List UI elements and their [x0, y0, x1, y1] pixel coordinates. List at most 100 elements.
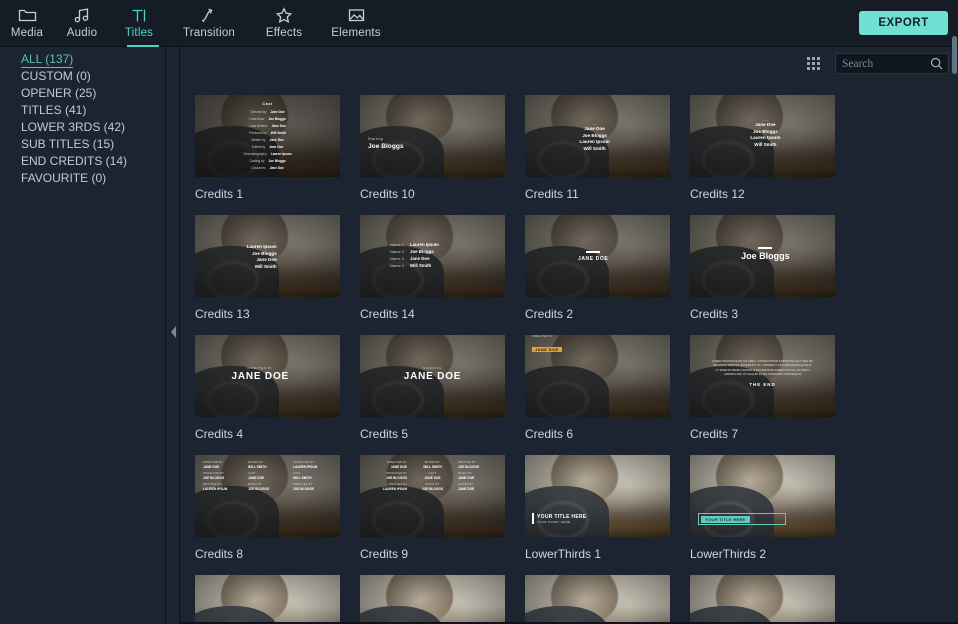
title-card[interactable]: STARRING JANE DOE Credits 5 — [360, 335, 525, 441]
export-button[interactable]: EXPORT — [859, 11, 948, 35]
title-thumbnail[interactable]: ── Jane Doe Joe Bloggs Lauren Ipsum Will… — [525, 95, 670, 177]
title-card[interactable] — [525, 575, 690, 624]
title-thumbnail[interactable]: STARRING JANE DOE — [360, 335, 505, 417]
search-field[interactable] — [835, 53, 949, 74]
title-card[interactable]: Cast Directed by Jane Doe Lead Actor Joe B… — [195, 95, 360, 201]
grid-view-icon[interactable] — [807, 57, 823, 73]
overlay-kicker: DIRECTED BY — [532, 335, 553, 338]
title-thumbnail[interactable]: ── Lauren Ipsum Joe Bloggs Jane Doe Will… — [195, 215, 340, 297]
overlay-name: JOE BLOGGS — [293, 487, 315, 491]
overlay-name: JANE DOE — [403, 371, 462, 382]
title-thumbnail[interactable] — [360, 575, 505, 624]
nav-tab-media[interactable]: Media — [0, 0, 54, 47]
titles-scroll-area[interactable]: Cast Directed by Jane Doe Lead Actor Joe B… — [180, 82, 958, 624]
overlay-name: Joe Bloggs — [582, 132, 607, 138]
overlay-name: Joe Bloggs — [268, 159, 286, 163]
sidebar-item-end-credits[interactable]: END CREDITS (14) — [0, 153, 165, 170]
sidebar-item-custom[interactable]: CUSTOM (0) — [0, 68, 165, 85]
overlay-role: EDITED BY — [248, 461, 264, 464]
sidebar-item-sub-titles[interactable]: SUB TITLES (15) — [0, 136, 165, 153]
title-overlay-jane-big: STARRING JANE DOE — [360, 335, 505, 417]
sidebar-item-titles[interactable]: TITLES (41) — [0, 102, 165, 119]
title-overlay-joe-script: Joe Bloggs — [690, 215, 835, 297]
nav-tab-titles[interactable]: Titles — [110, 0, 168, 47]
title-caption: Credits 11 — [525, 187, 579, 201]
title-overlay-credits-roll: Cast Directed by Jane Doe Lead Actor Joe B… — [195, 95, 340, 177]
sidebar-item-opener-label: OPENER (25) — [21, 86, 97, 100]
nav-tab-transition[interactable]: Transition — [168, 0, 250, 47]
collapse-panel-arrow[interactable] — [169, 325, 178, 339]
title-card[interactable]: DIRECTED BY JANE DOE Credits 4 — [195, 335, 360, 441]
title-thumbnail[interactable]: YOUR TITLE HERE — [690, 455, 835, 537]
category-sidebar: ALL (137) CUSTOM (0) OPENER (25) TITLES … — [0, 47, 166, 624]
overlay-name: Jane Doe — [269, 145, 284, 149]
thumbnail-photo — [195, 575, 340, 624]
title-thumbnail[interactable]: DIRECTED BY JANE DOE PRODUCED BY JOE BLO… — [195, 455, 340, 537]
title-thumbnail[interactable]: Name 1 Lauren Ipsum Name 2 Joe Bloggs Na… — [360, 215, 505, 297]
title-thumbnail[interactable]: Cast Directed by Jane Doe Lead Actor Joe B… — [195, 95, 340, 177]
overlay-name: Joe Bloggs — [410, 249, 434, 254]
title-card[interactable]: Joe Bloggs Credits 3 — [690, 215, 855, 321]
sidebar-item-favourite[interactable]: FAVOURITE (0) — [0, 170, 165, 187]
title-thumbnail[interactable]: DIRECTED BY JANE DOE — [525, 335, 670, 417]
nav-tab-effects[interactable]: Effects — [250, 0, 318, 47]
title-thumbnail[interactable] — [195, 575, 340, 624]
sidebar-item-favourite-label: FAVOURITE (0) — [21, 171, 107, 185]
title-card[interactable]: DIRECTED BY JANE DOE PRODUCED BY JOE BLO… — [195, 455, 360, 561]
title-thumbnail[interactable]: LOREM IPSUM DOLOR SIT AMET, CONSECTETUR … — [690, 335, 835, 417]
vertical-scrollbar-track[interactable] — [951, 82, 958, 624]
title-card[interactable]: YOUR TITLE HERE LowerThirds 2 — [690, 455, 855, 561]
overlay-name: JANE DOE — [424, 476, 441, 480]
title-card[interactable]: ─── Jane Doe Joe Bloggs Lauren Ipsum Wil… — [690, 95, 855, 201]
title-thumbnail[interactable] — [690, 575, 835, 624]
title-thumbnail[interactable]: JANE DOE — [525, 215, 670, 297]
title-thumbnail[interactable] — [525, 575, 670, 624]
title-card[interactable]: JANE DOE Credits 2 — [525, 215, 690, 321]
title-card[interactable] — [195, 575, 360, 624]
sidebar-item-opener[interactable]: OPENER (25) — [0, 85, 165, 102]
title-card[interactable]: Starring Joe Bloggs Credits 10 — [360, 95, 525, 201]
title-card[interactable]: YOUR TITLE HERE YOUR STORY HERE LowerThi… — [525, 455, 690, 561]
title-card[interactable]: ── Jane Doe Joe Bloggs Lauren Ipsum Will… — [525, 95, 690, 201]
title-thumbnail[interactable]: Joe Bloggs — [690, 215, 835, 297]
overlay-name: WILL SMITH — [423, 465, 442, 469]
overlay-name: Jane Doe — [269, 138, 284, 142]
title-caption: Credits 10 — [360, 187, 415, 201]
overlay-name: Joe Bloggs — [741, 251, 790, 261]
search-input[interactable] — [842, 54, 930, 73]
title-card[interactable] — [690, 575, 855, 624]
title-card[interactable]: Name 1 Lauren Ipsum Name 2 Joe Bloggs Na… — [360, 215, 525, 321]
nav-tab-elements[interactable]: Elements — [318, 0, 394, 47]
overlay-name: LAUREN IPSUM — [382, 487, 407, 491]
vertical-scrollbar-thumb[interactable] — [952, 36, 957, 74]
title-card[interactable]: LOREM IPSUM DOLOR SIT AMET, CONSECTETUR … — [690, 335, 855, 441]
title-thumbnail[interactable]: Starring Joe Bloggs — [360, 95, 505, 177]
title-thumbnail[interactable]: ─── Jane Doe Joe Bloggs Lauren Ipsum Wil… — [690, 95, 835, 177]
title-card[interactable] — [360, 575, 525, 624]
title-overlay-starring: Starring Joe Bloggs — [360, 95, 505, 177]
title-caption: Credits 5 — [360, 427, 409, 441]
title-thumbnail[interactable]: DIRECTED BY JANE DOE PRODUCED BY JOE BLO… — [360, 455, 505, 537]
overlay-name: Jane Doe — [269, 166, 284, 170]
title-thumbnail[interactable]: DIRECTED BY JANE DOE — [195, 335, 340, 417]
overlay-name: JOE BLOGGS — [248, 487, 270, 491]
title-card[interactable]: DIRECTED BY JANE DOE PRODUCED BY JOE BLO… — [360, 455, 525, 561]
search-icon[interactable] — [930, 57, 943, 75]
overlay-name: LAUREN IPSUM — [293, 465, 318, 469]
overlay-line: LABORIS NISI UT ALIQUIP EX EA COMMODO CO… — [723, 372, 802, 377]
title-caption: Credits 12 — [690, 187, 745, 201]
overlay-name: WILL SMITH — [293, 476, 312, 480]
overlay-name: Lauren Ipsum — [410, 242, 439, 247]
top-toolbar: Media Audio Titles Transition Effects El… — [0, 0, 958, 47]
overlay-name: Lauren Ipsum — [246, 244, 277, 249]
title-thumbnail[interactable]: YOUR TITLE HERE YOUR STORY HERE — [525, 455, 670, 537]
overlay-kicker: Starring — [368, 137, 384, 141]
title-overlay-names-script: ─── Jane Doe Joe Bloggs Lauren Ipsum Wil… — [750, 119, 781, 147]
sidebar-item-all[interactable]: ALL (137) — [0, 51, 165, 68]
overlay-name: Will Smith — [254, 263, 277, 269]
sidebar-item-lower-3rds[interactable]: LOWER 3RDS (42) — [0, 119, 165, 136]
title-card[interactable]: DIRECTED BY JANE DOE Credits 6 — [525, 335, 690, 441]
title-card[interactable]: ── Lauren Ipsum Joe Bloggs Jane Doe Will… — [195, 215, 360, 321]
nav-tab-audio[interactable]: Audio — [54, 0, 110, 47]
title-overlay-names: ── Jane Doe Joe Bloggs Lauren Ipsum Will… — [579, 123, 610, 151]
